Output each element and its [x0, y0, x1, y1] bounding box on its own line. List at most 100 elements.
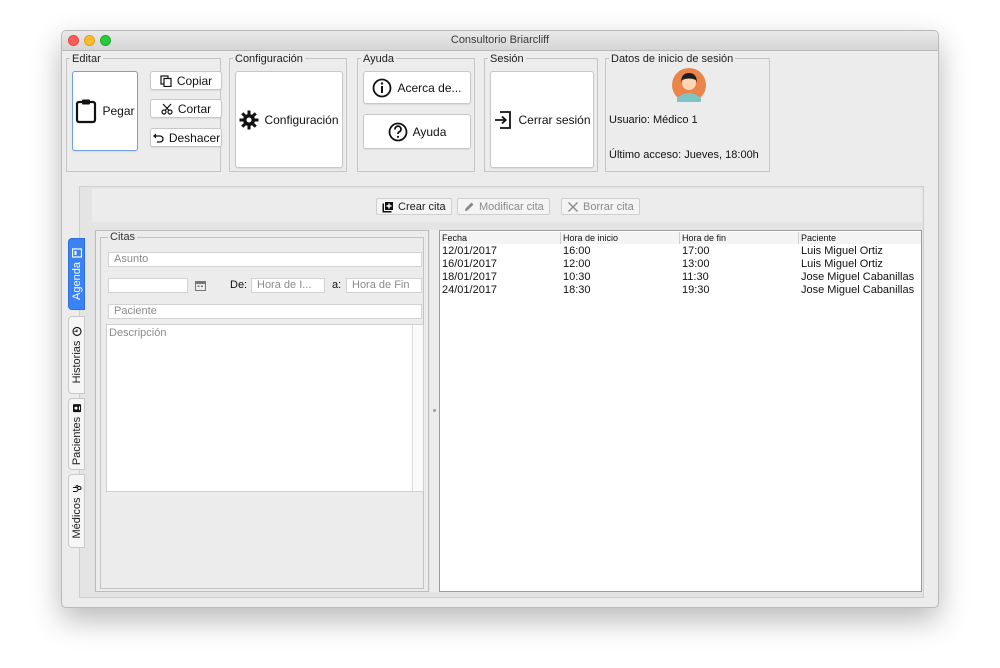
app-window: Consultorio Briarcliff Editar Pegar Copi…	[61, 30, 939, 608]
cell-hora-inicio: 12:00	[563, 258, 591, 270]
add-icon	[382, 200, 394, 213]
delete-appointment-label: Borrar cita	[583, 200, 634, 213]
title-bar: Consultorio Briarcliff	[62, 31, 938, 51]
copy-icon	[160, 74, 172, 87]
cell-hora-inicio: 10:30	[563, 271, 591, 283]
pencil-icon	[463, 201, 475, 213]
de-label: De:	[230, 279, 248, 291]
editar-group: Editar Pegar Copiar Cortar Deshacer	[66, 53, 222, 172]
gear-icon	[239, 110, 259, 130]
delete-appointment-button[interactable]: Borrar cita	[561, 198, 640, 215]
cell-fecha: 12/01/2017	[442, 245, 498, 257]
vertical-tab-bar: Agenda Historias Pacientes Médicos	[68, 238, 86, 548]
cell-hora-inicio: 18:30	[563, 284, 591, 296]
stethoscope-icon	[72, 484, 82, 494]
cell-fecha: 16/01/2017	[442, 258, 498, 270]
description-placeholder: Descripción	[109, 327, 167, 339]
copy-button[interactable]: Copiar	[150, 71, 222, 90]
tab-agenda[interactable]: Agenda	[68, 238, 85, 310]
sesion-group-title: Sesión	[488, 53, 526, 65]
undo-icon	[152, 133, 164, 143]
asunto-field[interactable]: Asunto	[108, 252, 422, 267]
cell-paciente: Jose Miguel Cabanillas	[801, 284, 915, 296]
tab-historias-label: Historias	[70, 340, 83, 384]
description-textarea[interactable]: Descripción	[106, 324, 424, 492]
sesion-group: Sesión Cerrar sesión	[484, 53, 598, 172]
user-label: Usuario: Médico 1	[609, 114, 698, 126]
header-hora-inicio[interactable]: Hora de inicio	[561, 232, 680, 244]
split-handle-dot	[433, 409, 436, 412]
tab-medicos[interactable]: Médicos	[68, 474, 85, 548]
tab-pacientes[interactable]: Pacientes	[68, 398, 85, 470]
header-fecha[interactable]: Fecha	[440, 232, 561, 244]
modify-appointment-label: Modificar cita	[479, 200, 544, 213]
calendar-icon[interactable]	[195, 280, 206, 291]
last-access-label: Último acceso: Jueves, 18:00h	[609, 149, 759, 161]
cell-hora-fin: 17:00	[682, 245, 710, 257]
tab-agenda-label: Agenda	[70, 262, 83, 300]
avatar-icon	[672, 68, 706, 102]
table-row[interactable]: 16/01/2017 12:00 13:00 Luis Miguel Ortiz	[440, 258, 921, 271]
cell-fecha: 18/01/2017	[442, 271, 498, 283]
create-appointment-button[interactable]: Crear cita	[376, 198, 452, 215]
modify-appointment-button[interactable]: Modificar cita	[457, 198, 550, 215]
about-label: Acerca de...	[397, 80, 462, 95]
ayuda-group: Ayuda Acerca de... Ayuda	[357, 53, 475, 172]
configuracion-button[interactable]: Configuración	[235, 71, 343, 168]
description-scrollbar[interactable]	[412, 325, 423, 491]
paste-label: Pegar	[102, 104, 135, 118]
cell-fecha: 24/01/2017	[442, 284, 498, 296]
editar-group-title: Editar	[70, 53, 103, 65]
configuracion-group-title: Configuración	[233, 53, 305, 65]
cell-paciente: Luis Miguel Ortiz	[801, 245, 883, 257]
logout-button[interactable]: Cerrar sesión	[490, 71, 594, 168]
tab-medicos-label: Médicos	[70, 497, 83, 539]
cell-hora-fin: 11:30	[682, 271, 709, 283]
cell-hora-fin: 13:00	[682, 258, 710, 270]
cell-hora-fin: 19:30	[682, 284, 710, 296]
ayuda-group-title: Ayuda	[361, 53, 396, 65]
window-title: Consultorio Briarcliff	[450, 34, 550, 46]
table-row[interactable]: 12/01/2017 16:00 17:00 Luis Miguel Ortiz	[440, 245, 921, 258]
scissors-icon	[161, 103, 173, 115]
a-label: a:	[332, 279, 342, 291]
login-info-group: Datos de inicio de sesión Usuario: Médic…	[605, 53, 770, 172]
appointment-toolbar: Crear cita Modificar cita Borrar cita	[92, 189, 922, 222]
header-hora-fin[interactable]: Hora de fin	[680, 232, 799, 244]
appointments-table: Fecha Hora de inicio Hora de fin Pacient…	[439, 230, 922, 592]
tab-historias[interactable]: Historias	[68, 316, 85, 394]
undo-button[interactable]: Deshacer	[150, 128, 222, 147]
cell-paciente: Jose Miguel Cabanillas	[801, 271, 915, 283]
paste-button[interactable]: Pegar	[72, 71, 138, 151]
info-icon	[372, 78, 392, 98]
about-button[interactable]: Acerca de...	[363, 71, 471, 104]
cell-paciente: Luis Miguel Ortiz	[801, 258, 883, 270]
create-appointment-label: Crear cita	[398, 200, 446, 213]
close-icon	[567, 201, 579, 213]
patient-field[interactable]: Paciente	[108, 304, 422, 319]
start-time-field[interactable]: Hora de I...	[251, 278, 325, 293]
appointment-form-pane: Citas Asunto De: Hora de I... a: Hora de…	[95, 230, 429, 592]
help-label: Ayuda	[412, 124, 447, 139]
end-time-field[interactable]: Hora de Fin	[346, 278, 422, 293]
citas-title: Citas	[108, 231, 138, 243]
table-row[interactable]: 18/01/2017 10:30 11:30 Jose Miguel Caban…	[440, 271, 921, 284]
copy-label: Copiar	[176, 73, 213, 88]
help-button[interactable]: Ayuda	[363, 114, 471, 149]
clipboard-icon	[75, 98, 97, 124]
configuracion-label: Configuración	[264, 112, 339, 127]
table-row[interactable]: 24/01/2017 18:30 19:30 Jose Miguel Caban…	[440, 284, 921, 297]
configuracion-group: Configuración Configuración	[229, 53, 347, 172]
clock-icon	[71, 327, 82, 337]
cell-hora-inicio: 16:00	[563, 245, 591, 257]
citas-fieldset: Citas Asunto De: Hora de I... a: Hora de…	[100, 231, 424, 589]
tab-pacientes-label: Pacientes	[70, 416, 83, 466]
undo-label: Deshacer	[168, 130, 221, 145]
logout-icon	[493, 110, 513, 130]
contact-icon	[72, 403, 82, 413]
cut-button[interactable]: Cortar	[150, 99, 222, 118]
book-icon	[71, 248, 82, 258]
question-icon	[388, 122, 408, 142]
date-field[interactable]	[108, 278, 188, 293]
header-paciente[interactable]: Paciente	[799, 232, 921, 244]
